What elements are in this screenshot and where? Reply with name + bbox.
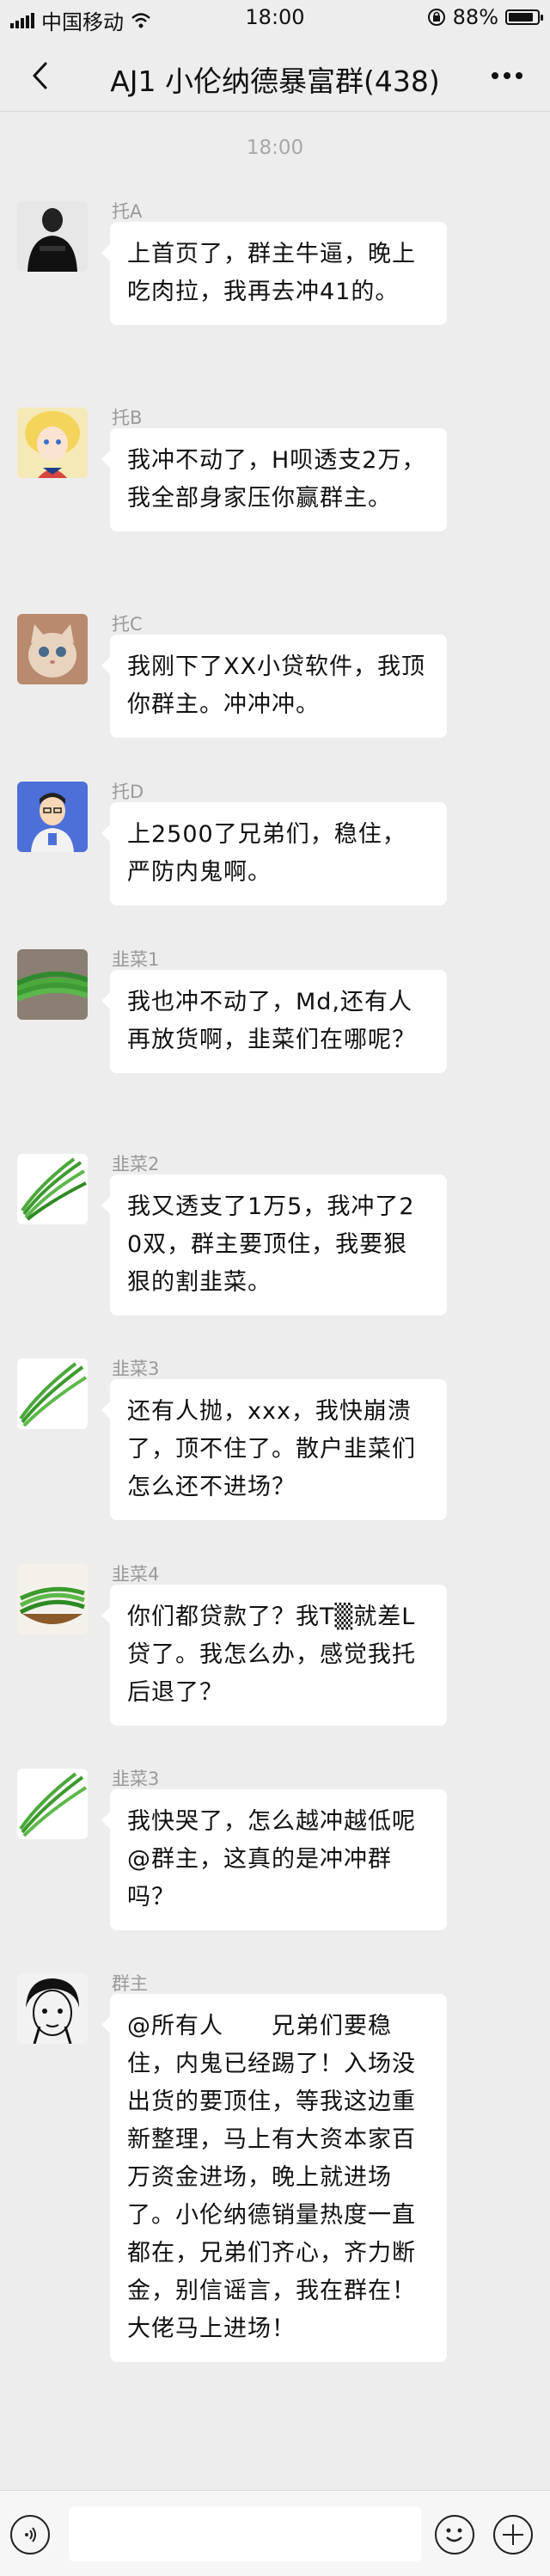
smiley-icon xyxy=(446,2528,462,2542)
battery-percent: 88% xyxy=(452,5,498,29)
message-bubble[interactable]: 还有人抛，xxx，我快崩溃了，顶不住了。散户韭菜们怎么还不进场？ xyxy=(101,1379,447,1520)
back-button[interactable] xyxy=(21,57,58,95)
cat-avatar[interactable] xyxy=(17,614,88,684)
message-bubble[interactable]: 我刚下了XX小贷软件，我顶你群主。冲冲冲。 xyxy=(101,635,447,738)
sender-name: 托B xyxy=(112,408,143,428)
sender-name: 托A xyxy=(112,201,143,222)
chives-avatar[interactable] xyxy=(17,1769,88,1839)
message-bubble[interactable]: 我冲不动了，H呗透支2万，我全部身家压你赢群主。 xyxy=(101,428,447,531)
sender-name: 群主 xyxy=(112,1973,148,1994)
cartoon-man-avatar[interactable] xyxy=(17,782,88,852)
sender-name: 托D xyxy=(112,782,144,802)
status-right: 88% xyxy=(427,5,543,29)
emoji-button[interactable] xyxy=(435,2515,474,2555)
sender-name: 韭菜2 xyxy=(112,1154,160,1175)
message-bubble[interactable]: 你们都贷款了？我T▒就差L贷了。我怎么办，感觉我托后退了？ xyxy=(101,1585,447,1726)
sender-name: 韭菜3 xyxy=(112,1769,160,1789)
battery-icon xyxy=(505,9,543,25)
status-bar: 中国移动 18:00 88% xyxy=(0,0,550,40)
message-bubble[interactable]: 上2500了兄弟们，稳住，严防内鬼啊。 xyxy=(101,802,447,905)
chives-avatar[interactable] xyxy=(17,1359,88,1429)
chives-bowl-avatar[interactable] xyxy=(17,1564,88,1635)
sender-name: 韭菜3 xyxy=(112,1359,160,1379)
rotation-lock-icon xyxy=(427,9,445,26)
sender-name: 韭菜4 xyxy=(112,1564,160,1585)
sketch-face-avatar[interactable] xyxy=(17,1973,88,2044)
chives-avatar[interactable] xyxy=(17,949,88,1020)
chat-title: AJ1 小伦纳德暴富群(438) xyxy=(110,64,440,98)
plus-button[interactable] xyxy=(493,2515,533,2555)
chat-area[interactable]: 18:00 托A 上首页了，群主牛逼，晚上吃肉拉，我再去冲41的。 托B 我冲不… xyxy=(0,113,550,2490)
message-bubble[interactable]: 我又透支了1万5，我冲了20双，群主要顶住，我要狠狠的割韭菜。 xyxy=(101,1175,447,1316)
message-bubble[interactable]: @所有人 兄弟们要稳住，内鬼已经踢了！入场没出货的要顶住，等我这边重新整理，马上… xyxy=(101,1994,447,2362)
chives-avatar[interactable] xyxy=(17,1154,88,1224)
message-input[interactable] xyxy=(69,2506,421,2561)
voice-button[interactable] xyxy=(10,2515,50,2555)
input-bar xyxy=(0,2490,550,2576)
voice-icon xyxy=(25,2527,36,2542)
sender-name: 托C xyxy=(112,614,143,635)
more-dot-icon xyxy=(516,72,522,79)
message-bubble[interactable]: 我也冲不动了，Md,还有人再放货啊，韭菜们在哪呢？ xyxy=(101,970,447,1073)
time-divider: 18:00 xyxy=(246,137,304,159)
chevron-left-icon xyxy=(33,62,47,89)
message-bubble[interactable]: 我快哭了，怎么越冲越低呢@群主，这真的是冲冲群吗？ xyxy=(101,1789,447,1930)
sender-name: 韭菜1 xyxy=(112,949,160,970)
message-bubble[interactable]: 上首页了，群主牛逼，晚上吃肉拉，我再去冲41的。 xyxy=(101,222,447,325)
more-dot-icon xyxy=(492,72,498,79)
chat-header: AJ1 小伦纳德暴富群(438) xyxy=(0,40,550,112)
more-dot-icon xyxy=(504,72,510,79)
person-black-shirt-avatar[interactable] xyxy=(17,201,88,272)
anime-girl-avatar[interactable] xyxy=(17,408,88,478)
more-button[interactable] xyxy=(485,57,529,95)
